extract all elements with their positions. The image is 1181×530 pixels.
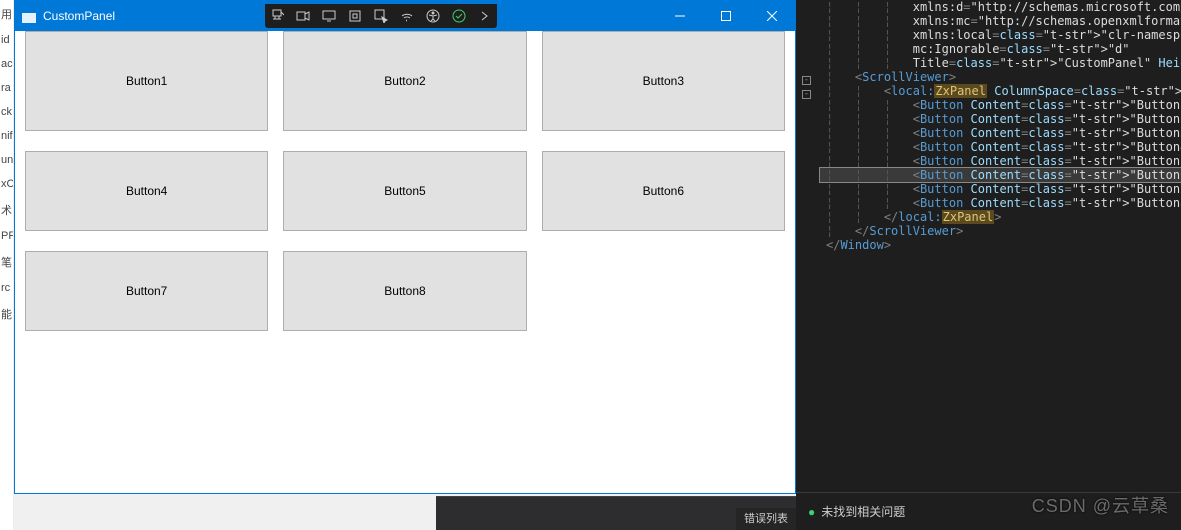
docked-panel: 错误列表: [436, 496, 796, 530]
sidebar-fragment: 术: [0, 196, 13, 224]
button-label: Button3: [643, 74, 684, 88]
code-line[interactable]: ¦ ¦ ¦ <Button Content=class="t-str">"But…: [820, 182, 1181, 196]
video-icon[interactable]: [295, 8, 311, 24]
button-label: Button8: [384, 284, 425, 298]
xaml-editor[interactable]: - - ¦ ¦ ¦ xmlns:d="http://schemas.micros…: [796, 0, 1181, 492]
code-line[interactable]: ¦ ¦ ¦ <Button Content=class="t-str">"But…: [820, 112, 1181, 126]
select-icon[interactable]: [373, 8, 389, 24]
button-3[interactable]: Button3: [542, 31, 785, 131]
error-list-tab[interactable]: 错误列表: [736, 508, 796, 530]
close-button[interactable]: [749, 1, 795, 31]
button-2[interactable]: Button2: [283, 31, 526, 131]
chevron-icon[interactable]: [477, 8, 493, 24]
code-line[interactable]: ¦ ¦ ¦ <Button Content=class="t-str">"But…: [820, 98, 1181, 112]
focus-rect-icon[interactable]: [347, 8, 363, 24]
code-line[interactable]: ¦ ¦ ¦ <Button Content=class="t-str">"But…: [820, 168, 1181, 182]
code-line[interactable]: ¦ ¦ <local:ZxPanel ColumnSpace=class="t-…: [820, 84, 1181, 98]
code-line[interactable]: ¦ ¦ </local:ZxPanel>: [820, 210, 1181, 224]
button-1[interactable]: Button1: [25, 31, 268, 131]
code-area[interactable]: ¦ ¦ ¦ xmlns:d="http://schemas.microsoft.…: [820, 0, 1181, 252]
button-label: Button1: [126, 74, 167, 88]
window-title: CustomPanel: [43, 9, 115, 23]
code-line[interactable]: ¦ <ScrollViewer>: [820, 70, 1181, 84]
button-5[interactable]: Button5: [283, 151, 526, 231]
sidebar-fragment: 笔: [0, 248, 13, 276]
maximize-button[interactable]: [703, 1, 749, 31]
sidebar-fragment: ck: [0, 100, 13, 124]
live-tree-icon[interactable]: [269, 8, 285, 24]
sidebar-fragment: xC: [0, 172, 13, 196]
minimize-button[interactable]: [657, 1, 703, 31]
status-ok-icon: ●: [808, 505, 815, 519]
code-line[interactable]: ¦ ¦ ¦ xmlns:mc="http://schemas.openxmlfo…: [820, 14, 1181, 28]
code-line[interactable]: ¦ ¦ ¦ <Button Content=class="t-str">"But…: [820, 140, 1181, 154]
sidebar-fragment: PF: [0, 224, 13, 248]
sidebar-fragment: ra: [0, 76, 13, 100]
code-line[interactable]: ¦ ¦ ¦ <Button Content=class="t-str">"But…: [820, 196, 1181, 210]
code-line[interactable]: ¦ ¦ ¦ <Button Content=class="t-str">"But…: [820, 126, 1181, 140]
code-line[interactable]: ¦ ¦ ¦ Title=class="t-str">"CustomPanel" …: [820, 56, 1181, 70]
fold-gutter: - -: [796, 0, 820, 492]
button-6[interactable]: Button6: [542, 151, 785, 231]
sidebar-fragment: 能: [0, 300, 13, 328]
app-window: CustomPanel Button1 Button2 Button3 Button4…: [14, 0, 796, 494]
titlebar[interactable]: CustomPanel: [15, 1, 795, 31]
code-line[interactable]: </Window>: [820, 238, 1181, 252]
code-line[interactable]: ¦ ¦ ¦ mc:Ignorable=class="t-str">"d": [820, 42, 1181, 56]
button-8[interactable]: Button8: [283, 251, 526, 331]
code-line[interactable]: ¦ ¦ ¦ xmlns:local=class="t-str">"clr-nam…: [820, 28, 1181, 42]
sidebar-fragment: un: [0, 148, 13, 172]
display-icon[interactable]: [321, 8, 337, 24]
sidebar-fragment: rc: [0, 276, 13, 300]
wifi-icon[interactable]: [399, 8, 415, 24]
app-icon: [21, 8, 37, 24]
button-label: Button2: [384, 74, 425, 88]
sidebar-fragment: nif: [0, 124, 13, 148]
sidebar-fragment: 用: [0, 0, 13, 28]
window-buttons: [657, 1, 795, 31]
check-icon[interactable]: [451, 8, 467, 24]
code-line[interactable]: ¦ </ScrollViewer>: [820, 224, 1181, 238]
debug-toolbar: [265, 4, 497, 28]
cropped-sidebar: 用idacracknifunxC术PF笔rc能: [0, 0, 14, 530]
button-4[interactable]: Button4: [25, 151, 268, 231]
panel-client-area: Button1 Button2 Button3 Button4 Button5 Butto…: [15, 31, 795, 493]
button-label: Button6: [643, 184, 684, 198]
code-line[interactable]: ¦ ¦ ¦ <Button Content=class="t-str">"But…: [820, 154, 1181, 168]
button-7[interactable]: Button7: [25, 251, 268, 331]
button-label: Button5: [384, 184, 425, 198]
status-text: 未找到相关问题: [821, 503, 905, 520]
sidebar-fragment: ac: [0, 52, 13, 76]
button-label: Button7: [126, 284, 167, 298]
code-line[interactable]: ¦ ¦ ¦ xmlns:d="http://schemas.microsoft.…: [820, 0, 1181, 14]
button-label: Button4: [126, 184, 167, 198]
sidebar-fragment: id: [0, 28, 13, 52]
watermark: CSDN @云草桑: [1032, 492, 1169, 518]
accessibility-icon[interactable]: [425, 8, 441, 24]
